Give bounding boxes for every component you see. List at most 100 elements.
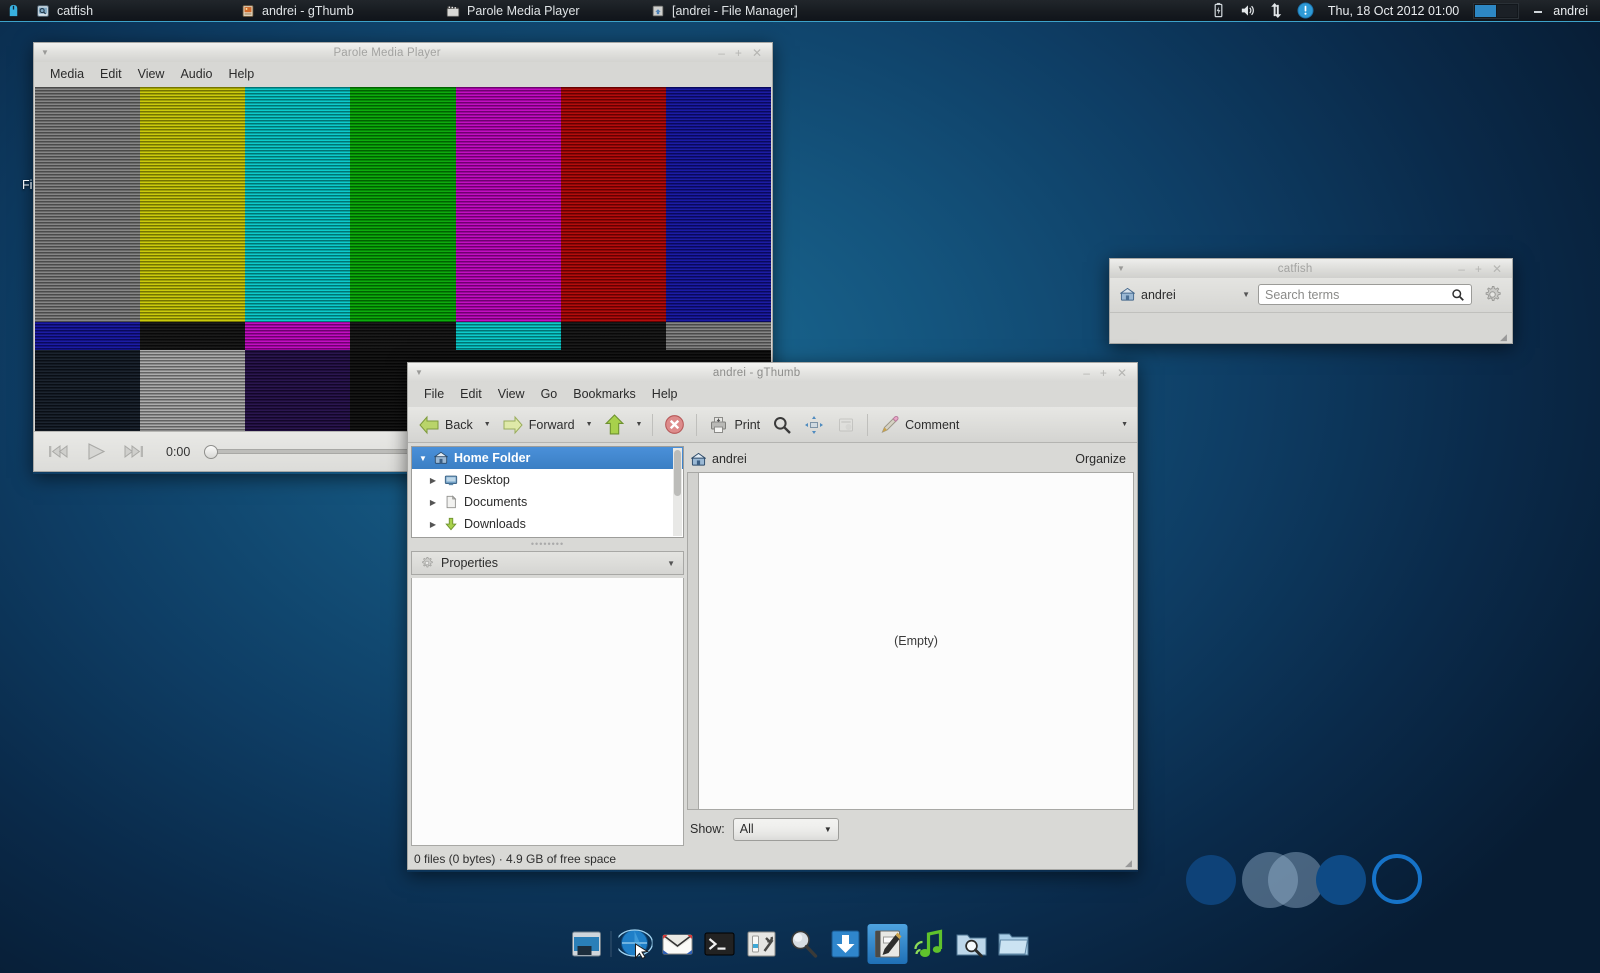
dock-item-show-desktop[interactable] (569, 926, 605, 962)
resize-grip[interactable]: ◢ (1500, 332, 1510, 342)
close-button[interactable]: ✕ (752, 47, 762, 59)
window-menu-icon[interactable]: ▼ (408, 368, 430, 377)
minimize-button[interactable]: – (1083, 367, 1090, 379)
parole-titlebar[interactable]: ▼ Parole Media Player – + ✕ (33, 42, 773, 62)
clock[interactable]: Thu, 18 Oct 2012 01:00 (1322, 4, 1465, 18)
thumbnail-view[interactable]: (Empty) (698, 472, 1134, 810)
volume-icon[interactable] (1239, 2, 1256, 19)
search-button[interactable] (766, 412, 798, 438)
folder-tree[interactable]: ▼ Home Folder ▶ Desktop ▶ Documents ▶ Do… (411, 446, 684, 538)
maximize-button[interactable]: + (1100, 367, 1107, 379)
maximize-button[interactable]: + (1475, 263, 1482, 275)
close-button[interactable]: ✕ (1492, 263, 1502, 275)
seek-handle[interactable] (204, 444, 219, 459)
expander-icon[interactable]: ▶ (428, 476, 438, 485)
dock-item-web-browser[interactable] (618, 926, 654, 962)
menu-bookmarks[interactable]: Bookmarks (565, 385, 644, 403)
applications-menu-button[interactable] (0, 3, 26, 18)
workspace-switcher[interactable] (1473, 2, 1520, 19)
dock-item-file-search[interactable] (954, 926, 990, 962)
pane-resize-grip[interactable]: •••••••• (411, 540, 684, 549)
menu-edit[interactable]: Edit (452, 385, 490, 403)
previous-track-button[interactable] (46, 442, 70, 462)
search-input[interactable] (1265, 287, 1451, 302)
tree-item-home-folder[interactable]: ▼ Home Folder (412, 447, 683, 469)
menu-go[interactable]: Go (533, 385, 566, 403)
dock-item-downloads[interactable] (828, 926, 864, 962)
chevron-down-icon[interactable]: ▼ (667, 559, 675, 568)
gthumb-titlebar[interactable]: ▼ andrei - gThumb – + ✕ (407, 362, 1138, 382)
gthumb-window[interactable]: ▼ andrei - gThumb – + ✕ File Edit View G… (407, 362, 1138, 872)
notification-icon[interactable] (1297, 2, 1314, 19)
catfish-path-chooser[interactable]: andrei ▼ (1120, 287, 1250, 302)
menu-edit[interactable]: Edit (92, 65, 130, 83)
taskbar-item-gthumb[interactable]: andrei - gThumb (231, 0, 436, 21)
network-icon[interactable] (1268, 2, 1285, 19)
menu-view[interactable]: View (130, 65, 173, 83)
catfish-search-field[interactable] (1258, 284, 1472, 305)
back-button[interactable]: Back (412, 412, 479, 438)
tree-item-downloads[interactable]: ▶ Downloads (412, 513, 683, 535)
dock-item-text-editor[interactable] (867, 924, 908, 964)
window-menu-icon[interactable]: ▼ (1110, 264, 1132, 273)
minimize-button[interactable]: – (718, 47, 725, 59)
toolbar-overflow-icon[interactable]: ▼ (1116, 421, 1133, 428)
close-button[interactable]: ✕ (1117, 367, 1127, 379)
chevron-down-icon[interactable]: ▼ (1242, 290, 1250, 299)
catfish-window[interactable]: ▼ catfish – + ✕ andrei ▼ Search terms ◢ (1109, 258, 1513, 344)
next-track-button[interactable] (122, 442, 146, 462)
home-folder-icon (691, 452, 706, 466)
catfish-titlebar[interactable]: ▼ catfish – + ✕ (1109, 258, 1513, 278)
minimize-button[interactable]: – (1458, 263, 1465, 275)
dock-item-settings[interactable] (744, 926, 780, 962)
play-button[interactable] (84, 442, 108, 462)
chevron-down-icon[interactable]: ▼ (824, 825, 832, 834)
tree-scrollbar[interactable] (673, 448, 682, 536)
dock-item-search[interactable] (786, 926, 822, 962)
properties-panel-header[interactable]: Properties ▼ (411, 551, 684, 575)
comment-button[interactable]: Comment (873, 412, 965, 438)
dock-item-file-manager[interactable] (996, 926, 1032, 962)
battery-icon[interactable] (1210, 2, 1227, 19)
resize-grip[interactable]: ◢ (1125, 858, 1135, 868)
forward-dropdown-icon[interactable]: ▼ (581, 421, 598, 428)
show-filter-select[interactable]: All ▼ (732, 817, 839, 841)
dock-item-mail[interactable] (660, 926, 696, 962)
print-button[interactable]: Print (702, 412, 766, 438)
menu-help[interactable]: Help (220, 65, 262, 83)
search-icon[interactable] (1451, 288, 1465, 302)
dock-item-music[interactable] (912, 926, 948, 962)
menu-help[interactable]: Help (644, 385, 686, 403)
taskbar-item-catfish[interactable]: catfish (26, 0, 231, 21)
menu-view[interactable]: View (490, 385, 533, 403)
expander-icon[interactable]: ▶ (428, 520, 438, 529)
minimize-all-button[interactable] (1527, 4, 1549, 18)
workspace-2[interactable] (1496, 4, 1518, 17)
up-button[interactable] (598, 411, 631, 438)
tree-item-desktop[interactable]: ▶ Desktop (412, 469, 683, 491)
tree-scrollbar-thumb[interactable] (674, 450, 681, 496)
taskbar-item-parole[interactable]: Parole Media Player (436, 0, 641, 21)
window-menu-icon[interactable]: ▼ (34, 48, 56, 57)
back-dropdown-icon[interactable]: ▼ (479, 421, 496, 428)
maximize-button[interactable]: + (735, 47, 742, 59)
expander-icon[interactable]: ▼ (418, 454, 428, 463)
menu-file[interactable]: File (416, 385, 452, 403)
taskbar-item-file-manager[interactable]: [andrei - File Manager] (641, 0, 846, 21)
document-icon (446, 495, 457, 509)
catfish-settings-button[interactable] (1480, 285, 1504, 304)
fullscreen-button[interactable] (798, 412, 830, 438)
menu-media[interactable]: Media (42, 65, 92, 83)
up-dropdown-icon[interactable]: ▼ (631, 421, 648, 428)
menu-audio[interactable]: Audio (172, 65, 220, 83)
thumbnail-scrollbar[interactable] (687, 472, 698, 810)
dock-item-terminal[interactable] (702, 926, 738, 962)
user-menu-button[interactable]: andrei (1549, 4, 1600, 18)
organize-button[interactable]: Organize (1075, 452, 1126, 466)
print-label: Print (734, 417, 761, 432)
expander-icon[interactable]: ▶ (428, 498, 438, 507)
tree-item-documents[interactable]: ▶ Documents (412, 491, 683, 513)
stop-button[interactable] (658, 411, 691, 438)
forward-button[interactable]: Forward (496, 412, 581, 438)
workspace-1[interactable] (1475, 4, 1496, 17)
